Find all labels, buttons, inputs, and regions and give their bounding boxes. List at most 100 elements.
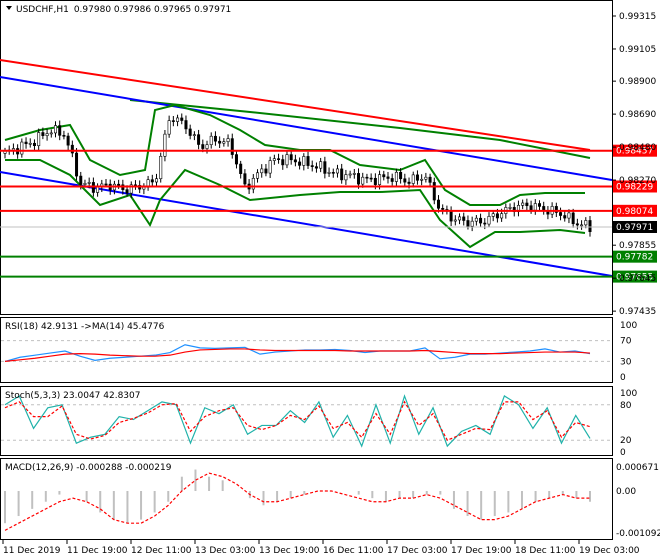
candle xyxy=(201,144,205,149)
indicators: 100 70 30 0 100 80 20 0 0.000671 0.00 -0.001092 xyxy=(1,321,660,539)
candle xyxy=(428,176,432,183)
indicator-tick-label: 20 xyxy=(620,436,632,446)
candle xyxy=(302,156,306,166)
candle xyxy=(584,220,588,226)
trend-channel-upper[interactable] xyxy=(0,76,613,181)
candle xyxy=(20,141,24,155)
candle xyxy=(369,177,373,180)
bollinger-lower xyxy=(5,159,586,249)
moving-average-red xyxy=(0,59,591,151)
candle xyxy=(314,166,318,169)
trend-channel-lower[interactable] xyxy=(0,171,613,277)
candle xyxy=(458,216,462,221)
candle xyxy=(399,171,403,180)
candle xyxy=(83,183,87,185)
macd-title: MACD(12,26,9) -0.000288 -0.000219 xyxy=(5,463,172,473)
candle xyxy=(432,182,436,201)
candle xyxy=(281,159,285,166)
indicator-tick-label: 100 xyxy=(620,389,637,399)
candle xyxy=(525,202,529,206)
candle xyxy=(529,205,533,211)
price-tick-label: 0.98270 xyxy=(619,176,656,186)
stoch-signal-line xyxy=(4,400,591,441)
time-tick-label: 12 Dec 11:00 xyxy=(131,546,192,556)
candle xyxy=(411,174,415,184)
time-tick-label: 19 Dec 03:00 xyxy=(579,546,640,556)
candle xyxy=(45,133,49,136)
candle xyxy=(66,135,70,146)
candle xyxy=(373,177,377,185)
stoch-title: Stoch(5,3,3) 23.0047 42.8307 xyxy=(5,391,140,401)
candle xyxy=(310,165,314,167)
current-price-label: 0.97971 xyxy=(616,223,653,233)
candle xyxy=(70,144,74,154)
candle xyxy=(453,219,457,222)
chart-canvas[interactable]: 0.984570.982290.980740.977820.976550.979… xyxy=(0,0,660,560)
indicator-tick-label: -0.001092 xyxy=(616,529,660,539)
candle xyxy=(588,220,592,232)
candle xyxy=(96,186,100,193)
candle xyxy=(331,172,335,174)
candle xyxy=(155,178,159,183)
candle xyxy=(37,132,41,147)
collapse-triangle-icon[interactable] xyxy=(6,6,12,10)
indicator-tick-label: 0 xyxy=(620,448,626,458)
candle xyxy=(28,142,32,145)
candle xyxy=(390,178,394,182)
candle xyxy=(335,168,339,174)
indicator-tick-label: 0 xyxy=(620,373,626,383)
candle xyxy=(62,135,66,137)
candle xyxy=(272,158,276,161)
time-axis: 11 Dec 2019 11 Dec 19:00 12 Dec 11:00 13 De… xyxy=(2,540,640,556)
indicator-tick-label: 80 xyxy=(620,401,632,411)
rsi-title: RSI(18) 42.9131 ->MA(14) 45.4776 xyxy=(5,322,165,332)
macd-signal-line xyxy=(4,472,590,531)
candle xyxy=(361,176,365,185)
candle xyxy=(289,154,293,161)
candle xyxy=(386,176,390,179)
price-tick-label: 0.97645 xyxy=(619,274,656,284)
candle xyxy=(79,175,83,185)
price-tick-label: 0.98690 xyxy=(619,110,656,120)
time-tick-label: 13 Dec 19:00 xyxy=(259,546,320,556)
candles xyxy=(3,113,592,237)
candle xyxy=(239,163,243,174)
candle xyxy=(58,125,62,136)
candle xyxy=(479,217,483,224)
candle xyxy=(462,216,466,221)
candle xyxy=(222,141,226,144)
candle xyxy=(234,154,238,165)
candle xyxy=(365,176,369,179)
candle xyxy=(285,154,289,166)
price-tick-label: 0.98480 xyxy=(619,143,656,153)
candle xyxy=(378,174,382,185)
candle xyxy=(184,120,188,130)
candle xyxy=(243,173,247,185)
candle xyxy=(125,189,129,194)
time-tick-label: 18 Dec 11:00 xyxy=(515,546,576,556)
time-tick-label: 11 Dec 2019 xyxy=(3,546,61,556)
candle xyxy=(559,212,563,216)
time-tick-label: 17 Dec 19:00 xyxy=(451,546,512,556)
candle xyxy=(176,117,180,122)
candle xyxy=(32,142,36,147)
candle xyxy=(298,161,302,166)
candle xyxy=(41,132,45,136)
candle xyxy=(319,161,323,169)
candle xyxy=(521,202,525,206)
candle xyxy=(117,183,121,186)
indicator-tick-label: 0.000671 xyxy=(616,463,659,473)
candle xyxy=(483,222,487,225)
candle xyxy=(495,213,499,219)
candle xyxy=(277,158,281,160)
candle xyxy=(260,168,264,174)
candle xyxy=(575,223,579,226)
candle xyxy=(470,220,474,227)
candle xyxy=(188,128,192,136)
candle xyxy=(306,156,310,166)
main-panel xyxy=(0,0,613,315)
candle xyxy=(180,117,184,121)
price-tick-label: 0.99315 xyxy=(619,12,656,22)
candle xyxy=(264,168,268,174)
candle xyxy=(571,212,575,225)
